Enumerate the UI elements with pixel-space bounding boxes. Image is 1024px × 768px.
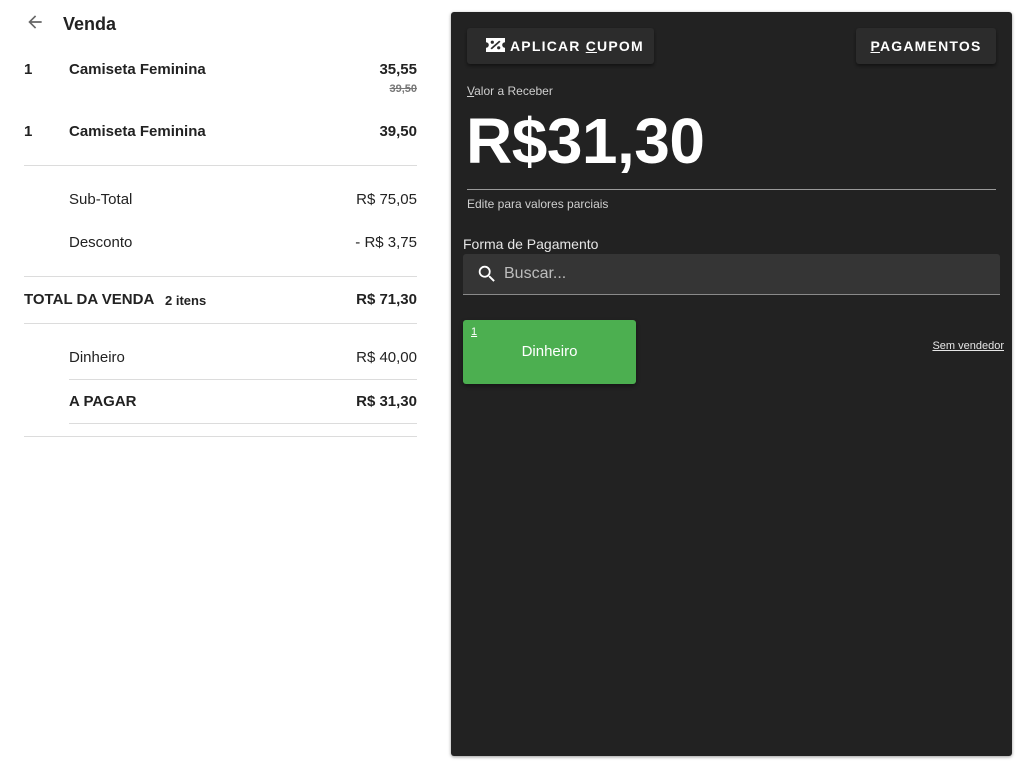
total-value: R$ 71,30 [356,291,417,308]
no-seller-link[interactable]: Sem vendedor [932,340,1004,352]
discount-value: - R$ 3,75 [355,234,417,251]
item-quantity: 1 [24,61,33,78]
back-button[interactable] [22,11,48,37]
payment-method-label: Forma de Pagamento [463,236,599,252]
cart-item[interactable]: 1 Camiseta Feminina 39,50 [24,123,417,145]
item-old-price: 39,50 [389,83,417,95]
shortcut-key: 1 [471,326,478,338]
discount-row: Desconto - R$ 3,75 [69,234,417,254]
item-quantity: 1 [24,123,33,140]
divider [24,436,417,437]
amount-due-value: R$ 31,30 [356,393,417,410]
divider [69,379,417,380]
amount-due-row: A PAGAR R$ 31,30 [69,393,417,413]
subtotal-row: Sub-Total R$ 75,05 [69,191,417,211]
header: Venda [24,8,417,40]
subtotal-value: R$ 75,05 [356,191,417,208]
subtotal-label: Sub-Total [69,191,133,208]
payment-method-search[interactable] [463,254,1000,295]
payment-method-cash-button[interactable]: 1 Dinheiro [463,320,636,384]
amount-hint: Edite para valores parciais [467,197,609,211]
search-input[interactable] [504,265,984,283]
payment-method-name: Dinheiro [521,343,578,360]
payment-panel: APLICAR CUPOM PAGAMENTOS Valor a Receber… [451,12,1012,756]
payments-button[interactable]: PAGAMENTOS [856,28,996,64]
amount-input[interactable]: R$31,30 [466,104,705,178]
arrow-left-icon [25,12,45,37]
payment-label: Dinheiro [69,349,125,366]
page-title: Venda [63,13,117,34]
total-item-count: 2 itens [165,293,207,308]
discount-ticket-icon [485,37,506,56]
total-row: TOTAL DA VENDA 2 itens R$ 71,30 [24,291,417,311]
divider [69,423,417,424]
item-price: 35,55 [379,61,417,78]
total-label: TOTAL DA VENDA [24,291,155,308]
item-price: 39,50 [379,123,417,140]
divider [24,165,417,166]
payment-row[interactable]: Dinheiro R$ 40,00 [69,349,417,369]
apply-coupon-label: APLICAR CUPOM [510,38,644,54]
sale-summary-panel: Venda 1 Camiseta Feminina 35,55 39,50 1 … [24,0,417,768]
item-name: Camiseta Feminina [69,61,206,78]
amount-due-label: A PAGAR [69,393,137,410]
amount-label: Valor a Receber [467,84,553,98]
cart-item[interactable]: 1 Camiseta Feminina 35,55 39,50 [24,61,417,101]
divider [24,323,417,324]
payment-value: R$ 40,00 [356,349,417,366]
discount-label: Desconto [69,234,133,251]
search-icon [475,262,499,286]
divider [24,276,417,277]
apply-coupon-button[interactable]: APLICAR CUPOM [467,28,654,64]
payments-label: PAGAMENTOS [870,38,982,54]
amount-underline [467,189,996,190]
item-name: Camiseta Feminina [69,123,206,140]
